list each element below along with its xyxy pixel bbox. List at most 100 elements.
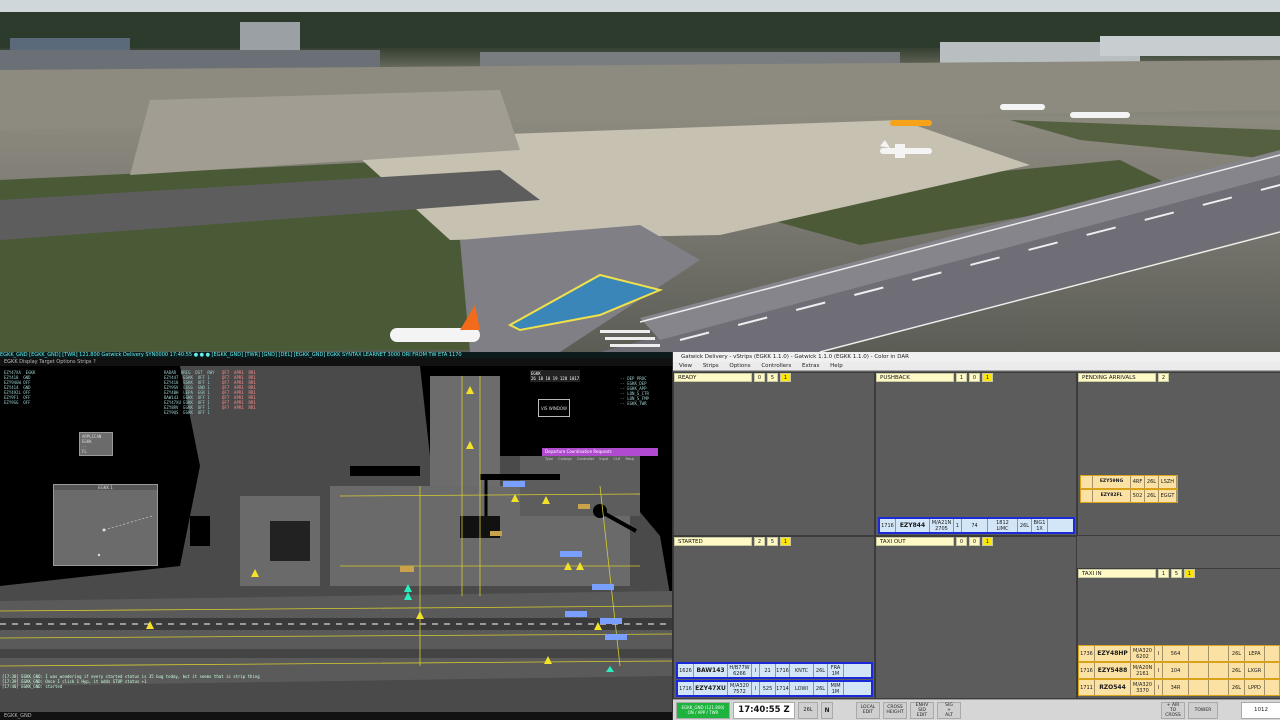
bay-pushback[interactable]: PUSHBACK 1 0 1 1716 EZY844 M/A21N 2705 1 …	[875, 372, 1077, 536]
flight-strip[interactable]: 1626 BAW143 H/B77W 6266 I 21 1716 KNTC 26…	[676, 662, 873, 679]
air-to-cross-button[interactable]: + AIR TO CROSS	[1161, 701, 1185, 719]
radar-status-bar: EGKK_GND	[0, 712, 672, 720]
enhv-sid-edit-button[interactable]: ENHV SID EDIT	[910, 701, 934, 719]
strip-squawk: 2705	[935, 525, 948, 532]
bay-ready-count-3[interactable]: 1	[780, 373, 791, 382]
local-edit-button[interactable]: LOCAL EDIT	[856, 701, 880, 719]
menu-controllers[interactable]: Controllers	[761, 363, 791, 369]
radar-flight-list: RADAR ORIG DST RWY EZY447 EGKK OFF 1 EZY…	[164, 370, 215, 415]
cross-height-button[interactable]: CROSS HEIGHT	[883, 701, 907, 719]
strip-sid-suffix: 1X	[1036, 525, 1043, 532]
strip-blank	[1189, 646, 1209, 661]
flight-strip[interactable]: 1716 EZY844 M/A21N 2705 1 74 1812 LIMC 26L…	[878, 517, 1075, 534]
flight-strip[interactable]: 1736 EZY48HP M/A320 6202 I 564 26L LEPA	[1078, 645, 1280, 662]
radar-metar: EGKK 26 18 10 19 128 1017	[530, 370, 581, 382]
strip-field-c: EGGT	[1159, 490, 1177, 502]
airport-info-text: APPLICAN EGKK -- FL	[82, 434, 102, 454]
bay-taxi-out[interactable]: TAXI OUT 0 0 1	[875, 536, 1077, 699]
bay-started-count-2[interactable]: 5	[767, 537, 778, 546]
strip-blank	[1189, 663, 1209, 678]
vstrips-window: Gatwick Delivery - vStrips (EGKK 1.1.0) …	[672, 352, 1280, 720]
menu-extras[interactable]: Extras	[802, 363, 819, 369]
strip-sid-cell: MIM 1M	[828, 682, 844, 695]
strip-callsign: EZY47XU	[694, 682, 728, 695]
strip-stand: 525	[760, 682, 776, 695]
bay-taxiin-count-3[interactable]: 1	[1184, 569, 1195, 578]
strip-callsign: BAW143	[694, 664, 728, 677]
bay-started-count-1[interactable]: 2	[754, 537, 765, 546]
controller-position-button[interactable]: EGKK_GND (121.800) ON / APP / TWR	[676, 701, 730, 719]
strip-blank	[1209, 646, 1229, 661]
strip-stand: 104	[1163, 663, 1189, 678]
strip-callsign: RZO544	[1095, 680, 1131, 695]
qnh-display: 1012	[1241, 701, 1280, 719]
bay-ready-label: READY	[674, 373, 752, 382]
bay-taxiout-count-3[interactable]: 1	[982, 537, 993, 546]
utc-clock: 17:40:55 Z	[733, 701, 795, 719]
direction-toggle[interactable]: N	[821, 701, 833, 719]
bay-taxiout-count-1[interactable]: 0	[956, 537, 967, 546]
strip-stand: 21	[760, 664, 776, 677]
departure-coordination-panel-title[interactable]: Departure Coordination Requests	[542, 448, 658, 456]
strip-type-cell: M/A320 7572	[728, 682, 752, 695]
bay-taxiin-count-2[interactable]: 5	[1171, 569, 1182, 578]
flight-strip[interactable]: 1716 EZY5488 M/A20N 2161 I 104 26L LXGR	[1078, 662, 1280, 679]
bay-pushback-count-3[interactable]: 1	[982, 373, 993, 382]
bay-taxi-in[interactable]: TAXI IN 1 5 1 1736 EZY48HP M/A320 6202 I …	[1077, 568, 1280, 699]
strip-dest: KNTC	[790, 664, 814, 677]
pending-strip[interactable]: EZY82FL 502 26L EGGT	[1080, 489, 1178, 503]
strip-stand: 564	[1163, 646, 1189, 661]
bay-taxiout-count-2[interactable]: 0	[969, 537, 980, 546]
bay-taxiin-header: TAXI IN 1 5 1	[1078, 569, 1195, 578]
sig-alt-button[interactable]: SIG + ALT	[937, 701, 961, 719]
airport-info-box[interactable]: APPLICAN EGKK -- FL	[79, 432, 113, 456]
strip-time: 1716	[880, 519, 896, 532]
strip-runway: 26L	[1229, 646, 1245, 661]
strip-dest: LXGR	[1245, 663, 1265, 678]
strip-flag: I	[752, 664, 760, 677]
bay-pending-count[interactable]: 2	[1158, 373, 1169, 382]
strip-field-a: 4RF	[1131, 476, 1145, 488]
bay-ready-count-1[interactable]: 0	[754, 373, 765, 382]
vis-window-box[interactable]: VIS WINDOW	[538, 399, 570, 417]
bay-started-header: STARTED 2 5 1	[674, 537, 791, 546]
screen: EGKK_GND [EGKK_GND] [TWR] 121.800 Gatwic…	[0, 0, 1280, 720]
strip-squawk: 3370	[1136, 687, 1149, 694]
bay-taxiout-label: TAXI OUT	[876, 537, 954, 546]
bay-taxiin-count-1[interactable]: 1	[1158, 569, 1169, 578]
strip-time: 1626	[678, 664, 694, 677]
bay-pushback-count-2[interactable]: 0	[969, 373, 980, 382]
runway-selector[interactable]: 26L	[798, 701, 818, 719]
inset-radar-window[interactable]: EGKK 1	[53, 484, 158, 566]
strip-blank	[1081, 476, 1093, 488]
bay-ready[interactable]: READY 0 5 1	[673, 372, 875, 536]
menu-help[interactable]: Help	[830, 363, 843, 369]
bay-pushback-count-1[interactable]: 1	[956, 373, 967, 382]
strip-squawk: 6266	[733, 670, 746, 677]
bay-started[interactable]: STARTED 2 5 1 1626 BAW143 H/B77W 6266 I 2…	[673, 536, 875, 699]
flight-strip[interactable]: 1711 RZO544 M/A320 3370 I 34R 26L LPPD	[1078, 679, 1280, 696]
tower-button[interactable]: TOWER	[1188, 701, 1218, 719]
bay-pushback-label: PUSHBACK	[876, 373, 954, 382]
strip-type-cell: H/B77W 6266	[728, 664, 752, 677]
ground-radar-map[interactable]: EZY47XA EGKK EZY418 GND EZY94GW OFF EZY4…	[0, 366, 672, 712]
strip-blank	[1189, 680, 1209, 695]
radar-callsign-list: EZY47XA EGKK EZY418 GND EZY94GW OFF EZY4…	[4, 370, 36, 405]
strip-callsign: EZY48HP	[1095, 646, 1131, 661]
bay-pushback-header: PUSHBACK 1 0 1	[876, 373, 993, 382]
flight-sim-view	[0, 0, 1280, 352]
menu-options[interactable]: Options	[729, 363, 750, 369]
bay-started-count-3[interactable]: 1	[780, 537, 791, 546]
vstrips-menu-bar: View Strips Options Controllers Extras H…	[673, 362, 1280, 371]
menu-strips[interactable]: Strips	[703, 363, 719, 369]
strip-sid-cell: FRA 1M	[828, 664, 844, 677]
menu-view[interactable]: View	[679, 363, 692, 369]
bay-taxiin-label: TAXI IN	[1078, 569, 1156, 578]
flight-strip[interactable]: 1716 EZY47XU M/A320 7572 I 525 1714 LOWI …	[676, 680, 873, 697]
bay-pending-arrivals[interactable]: PENDING ARRIVALS 2 EZY59NG 4RF 26L LSZH …	[1077, 372, 1280, 536]
bay-ready-count-2[interactable]: 5	[767, 373, 778, 382]
pending-strip[interactable]: EZY59NG 4RF 26L LSZH	[1080, 475, 1178, 489]
radar-menu-bar[interactable]: EGKK Display Target Options Strips ?	[0, 358, 672, 366]
strip-dest-cell: 1812 LIMC	[988, 519, 1018, 532]
strip-stand: 34R	[1163, 680, 1189, 695]
